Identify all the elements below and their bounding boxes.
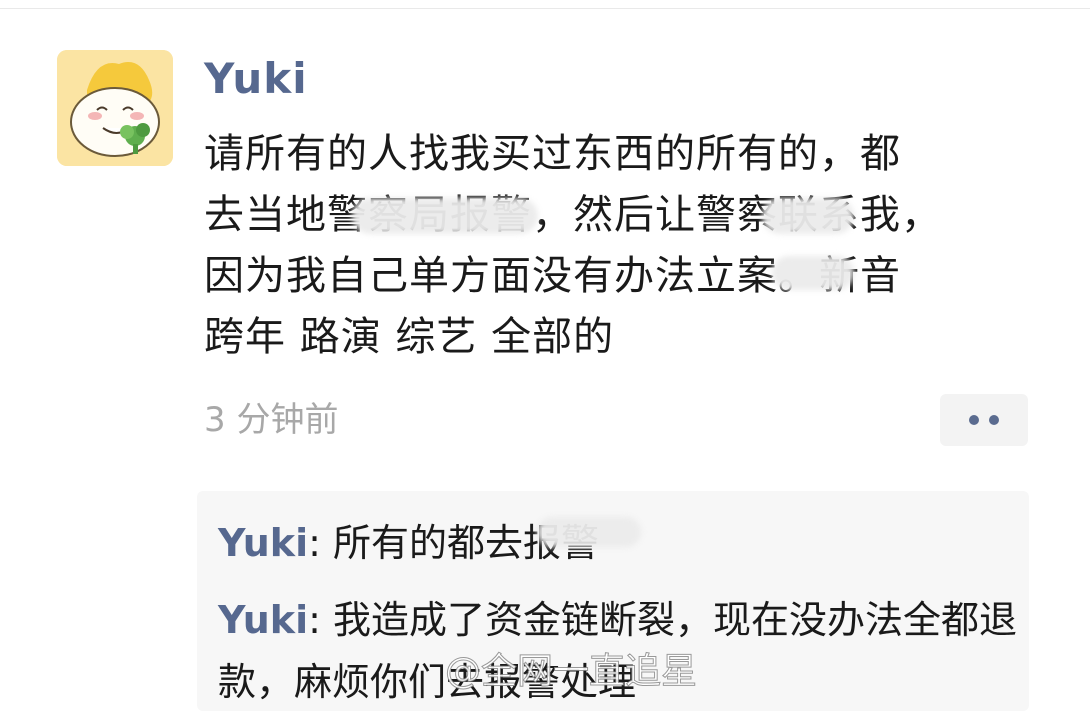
more-dots-icon bbox=[969, 415, 979, 425]
watermark-text: @全网一直追星 bbox=[444, 651, 698, 693]
redaction-blur bbox=[762, 198, 854, 234]
redaction-blur bbox=[537, 517, 641, 547]
comment-author[interactable]: Yuki bbox=[218, 598, 308, 642]
cartoon-avatar-icon[interactable] bbox=[57, 50, 173, 166]
more-options-button[interactable] bbox=[940, 394, 1028, 446]
top-divider bbox=[0, 8, 1090, 9]
post-line: 因为我自己单方面没有办法立案。新音 bbox=[204, 253, 901, 299]
comment-author[interactable]: Yuki bbox=[218, 521, 308, 565]
comment-separator: : bbox=[308, 521, 333, 565]
post-content: 请所有的人找我买过东西的所有的，都 去当地警察局报警，然后让警察联系我， 因为我… bbox=[204, 124, 1024, 368]
post-line: 请所有的人找我买过东西的所有的，都 bbox=[204, 131, 901, 177]
redaction-blur bbox=[772, 256, 854, 290]
post-timestamp: 3 分钟前 bbox=[204, 400, 339, 440]
post-line: 跨年 路演 综艺 全部的 bbox=[204, 314, 615, 360]
more-dots-icon bbox=[989, 415, 999, 425]
comment-separator: : bbox=[308, 598, 333, 642]
post-author-name[interactable]: Yuki bbox=[204, 54, 308, 104]
post-line: 去当地警察局报警，然后让警察联系我， bbox=[204, 192, 942, 238]
redaction-blur bbox=[352, 198, 538, 234]
